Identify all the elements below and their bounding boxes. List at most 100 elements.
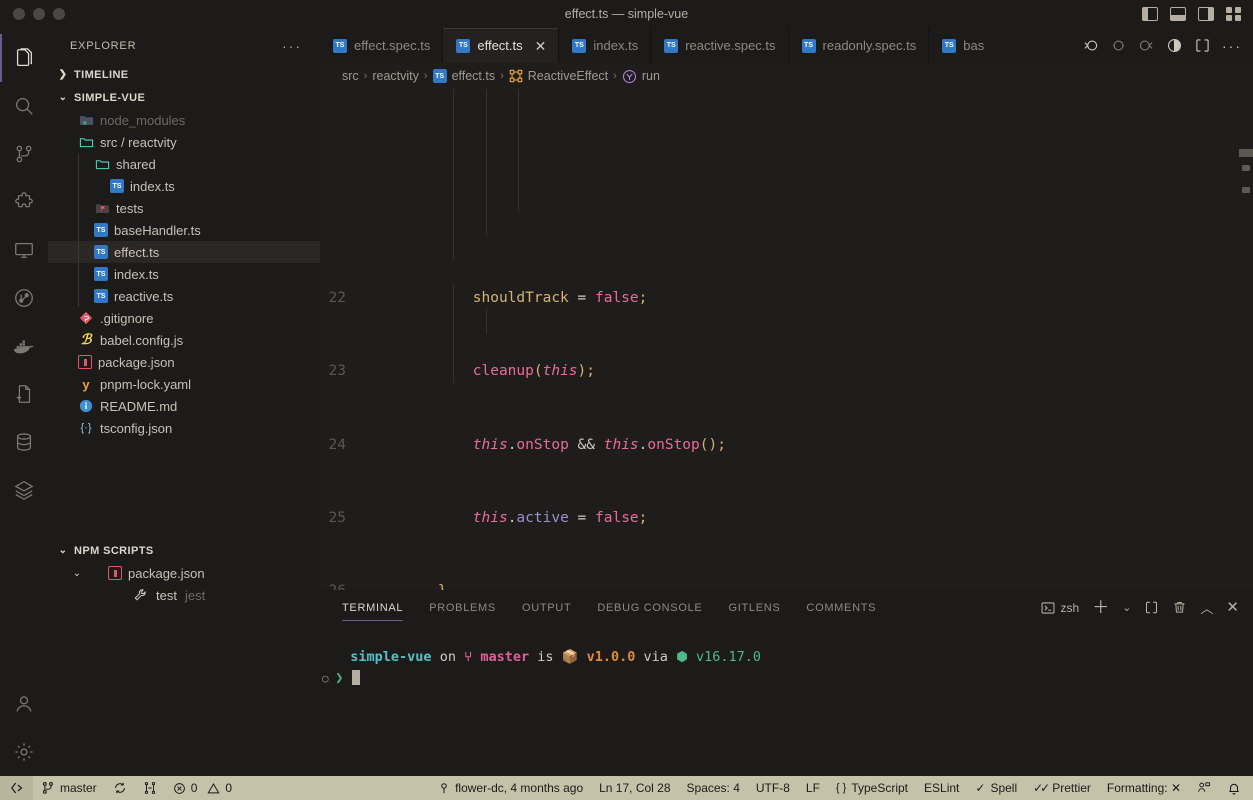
scrollbar-thumb[interactable] [1239, 149, 1253, 157]
tree-item-package-json[interactable]: package.json [48, 351, 320, 373]
toggle-panel-icon[interactable] [1170, 7, 1186, 21]
minimize-window-button[interactable] [33, 8, 45, 20]
customize-layout-icon[interactable] [1226, 7, 1241, 21]
split-editor-icon[interactable] [1194, 37, 1211, 54]
section-timeline[interactable]: ❯ TIMELINE [48, 63, 320, 86]
panel-actions[interactable]: zsh ＋ ⌄ ︿ ✕ [1041, 598, 1253, 617]
file-tree[interactable]: node_modules src / reactvity shared TS i… [48, 109, 320, 439]
activity-bar[interactable] [0, 28, 48, 776]
status-branch[interactable]: master [33, 776, 105, 800]
activity-new-file[interactable] [0, 370, 48, 418]
breadcrumb-item-reactvity[interactable]: reactvity [372, 69, 419, 83]
tab-bas[interactable]: TS bas [929, 28, 997, 63]
go-back-icon[interactable] [1082, 37, 1099, 54]
status-language-mode[interactable]: { } TypeScript [828, 776, 916, 800]
tab-readonly-spec-ts[interactable]: TS readonly.spec.ts [788, 28, 930, 63]
activity-search[interactable] [0, 82, 48, 130]
editor-tab-bar[interactable]: TS effect.spec.ts TS effect.ts ✕ TS inde… [320, 28, 1253, 63]
breadcrumb-item-ReactiveEffect[interactable]: ReactiveEffect [528, 69, 608, 83]
toggle-primary-sidebar-icon[interactable] [1142, 7, 1158, 21]
activity-explorer[interactable] [0, 34, 48, 82]
tree-item-src-reactvity[interactable]: src / reactvity [48, 131, 320, 153]
status-eslint[interactable]: ESLint [916, 776, 967, 800]
window-traffic-lights[interactable] [0, 8, 65, 20]
tree-item-pnpm-lock-yaml[interactable]: y pnpm-lock.yaml [48, 373, 320, 395]
status-git-blame[interactable]: flower-dc, 4 months ago [430, 776, 591, 800]
tree-item-tests[interactable]: tests [48, 197, 320, 219]
panel-tab-gitlens[interactable]: GITLENS [728, 590, 780, 625]
status-bar-right[interactable]: flower-dc, 4 months ago Ln 17, Col 28 Sp… [430, 776, 1253, 800]
close-tab-icon[interactable]: ✕ [535, 39, 547, 53]
status-remote-accounts[interactable] [1189, 776, 1219, 800]
more-actions-icon[interactable]: ··· [1222, 39, 1242, 53]
tree-item-reactive-ts[interactable]: TS reactive.ts [48, 285, 320, 307]
editor-scrollbar[interactable] [1239, 89, 1253, 590]
panel-tab-comments[interactable]: COMMENTS [806, 590, 876, 625]
status-sync[interactable] [105, 776, 135, 800]
activity-git-graph[interactable] [0, 274, 48, 322]
code-content[interactable]: 22 shouldTrack = false; 23 cleanup(this)… [320, 89, 1253, 590]
breadcrumb[interactable]: src › reactvity › TS effect.ts › Reactiv… [320, 63, 1253, 89]
tree-item-gitignore[interactable]: .gitignore [48, 307, 320, 329]
tree-item-index-ts[interactable]: TS index.ts [48, 263, 320, 285]
activity-docker[interactable] [0, 322, 48, 370]
breadcrumb-item-effect-ts[interactable]: effect.ts [452, 69, 496, 83]
close-panel-icon[interactable]: ✕ [1226, 600, 1239, 615]
status-spell[interactable]: ✓ Spell [967, 776, 1025, 800]
panel-tab-bar[interactable]: TERMINAL PROBLEMS OUTPUT DEBUG CONSOLE G… [320, 590, 1253, 625]
activity-source-control[interactable] [0, 130, 48, 178]
status-formatting[interactable]: Formatting: ✕ [1099, 776, 1189, 800]
close-window-button[interactable] [13, 8, 25, 20]
run-icon[interactable] [1166, 37, 1183, 54]
tab-effect-spec-ts[interactable]: TS effect.spec.ts [320, 28, 444, 63]
tree-item-shared[interactable]: shared [48, 153, 320, 175]
status-problems[interactable]: 0 0 [165, 776, 240, 800]
sidebar-more-actions-icon[interactable]: ··· [282, 39, 302, 53]
status-indentation[interactable]: Spaces: 4 [679, 776, 748, 800]
go-forward-prev-icon[interactable] [1110, 37, 1127, 54]
activity-layers[interactable] [0, 466, 48, 514]
split-terminal-icon[interactable] [1144, 600, 1159, 615]
tree-item-shared-index-ts[interactable]: TS index.ts [48, 175, 320, 197]
activity-manage-settings[interactable] [0, 728, 48, 776]
activity-extensions[interactable] [0, 178, 48, 226]
panel-tab-debug-console[interactable]: DEBUG CONSOLE [597, 590, 702, 625]
section-npm-scripts[interactable]: ⌄ NPM SCRIPTS [48, 539, 320, 562]
terminal-shell-selector[interactable]: zsh [1041, 601, 1079, 615]
terminal-input-line[interactable]: ○ ❯ [322, 668, 1253, 689]
panel-tab-terminal[interactable]: TERMINAL [342, 590, 404, 625]
breadcrumb-item-src[interactable]: src [342, 69, 359, 83]
status-cursor-position[interactable]: Ln 17, Col 28 [591, 776, 678, 800]
go-forward-icon[interactable] [1138, 37, 1155, 54]
status-prettier[interactable]: ✓✓ Prettier [1025, 776, 1099, 800]
activity-accounts[interactable] [0, 680, 48, 728]
status-bar[interactable]: master 0 0 flower-dc, 4 months ago Ln 17… [0, 776, 1253, 800]
breadcrumb-item-run[interactable]: run [642, 69, 660, 83]
panel-tab-output[interactable]: OUTPUT [522, 590, 571, 625]
tree-item-baseHandler-ts[interactable]: TS baseHandler.ts [48, 219, 320, 241]
status-notifications[interactable] [1219, 776, 1253, 800]
status-encoding[interactable]: UTF-8 [748, 776, 798, 800]
tree-item-readme-md[interactable]: README.md [48, 395, 320, 417]
new-terminal-icon[interactable]: ＋ [1092, 599, 1109, 616]
terminal-output[interactable]: simple-vue on ⑂ master is 📦 v1.0.0 via ⬢… [320, 625, 1253, 776]
kill-terminal-icon[interactable] [1172, 600, 1187, 615]
npm-script-test[interactable]: test jest [48, 584, 320, 606]
status-remote-window[interactable] [0, 776, 33, 800]
terminal-dropdown-icon[interactable]: ⌄ [1122, 601, 1131, 614]
tab-index-ts[interactable]: TS index.ts [559, 28, 652, 63]
status-eol[interactable]: LF [798, 776, 828, 800]
tab-effect-ts[interactable]: TS effect.ts ✕ [443, 28, 560, 63]
zoom-window-button[interactable] [53, 8, 65, 20]
editor-tab-actions[interactable]: ··· [1071, 28, 1253, 63]
toggle-secondary-sidebar-icon[interactable] [1198, 7, 1214, 21]
npm-scripts-package-json[interactable]: ⌄ package.json [48, 562, 320, 584]
tree-item-effect-ts[interactable]: TS effect.ts [48, 241, 320, 263]
activity-database[interactable] [0, 418, 48, 466]
code-editor[interactable]: 22 shouldTrack = false; 23 cleanup(this)… [320, 89, 1253, 590]
status-git-changes[interactable] [135, 776, 165, 800]
tree-item-babel-config-js[interactable]: ℬ babel.config.js [48, 329, 320, 351]
tree-item-tsconfig-json[interactable]: {·} tsconfig.json [48, 417, 320, 439]
section-simple-vue[interactable]: ⌄ SIMPLE-VUE [48, 86, 320, 109]
tree-item-node-modules[interactable]: node_modules [48, 109, 320, 131]
